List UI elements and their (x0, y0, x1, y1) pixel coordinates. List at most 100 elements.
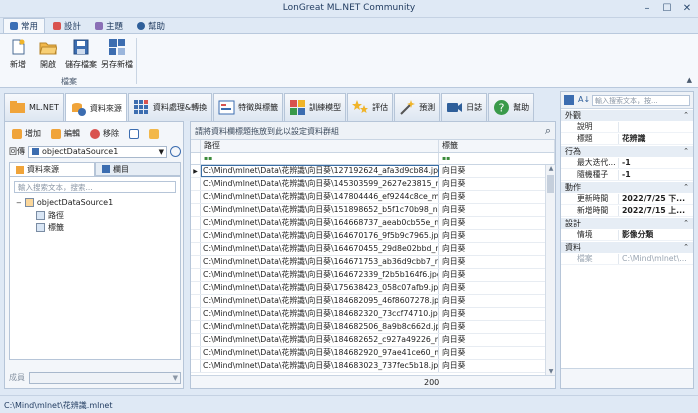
cell-label[interactable]: 向日葵 (439, 256, 545, 268)
property-row[interactable]: 說明 (561, 122, 693, 133)
cell-path[interactable]: C:\Mind\mlnet\Data\花辨識\向日葵\164670176_9f5… (201, 230, 439, 242)
table-row[interactable]: C:\Mind\mlnet\Data\花辨識\向日葵\145303599_262… (191, 178, 545, 191)
filter-label-cell[interactable]: ▪▪ (439, 153, 555, 164)
member-combo[interactable]: ▼ (29, 371, 181, 384)
property-row[interactable]: 標題 花辨識 (561, 134, 693, 145)
table-row[interactable]: C:\Mind\mlnet\Data\花辨識\向日葵\184682652_c92… (191, 334, 545, 347)
property-value[interactable]: -1 (619, 158, 693, 168)
cell-path[interactable]: C:\Mind\mlnet\Data\花辨識\向日葵\164672339_f2b… (201, 269, 439, 281)
cell-label[interactable]: 向日葵 (439, 204, 545, 216)
tab-data-source[interactable]: 資料來源 (64, 93, 127, 122)
minimize-icon[interactable]: – (640, 2, 654, 15)
property-category[interactable]: 外觀 ⌃ (561, 110, 693, 121)
cell-path[interactable]: C:\Mind\mlnet\Data\花辨識\向日葵\184682095_46f… (201, 295, 439, 307)
property-row[interactable]: 更新時間 2022/7/25 下... (561, 194, 693, 205)
cell-label[interactable]: 向日葵 (439, 269, 545, 281)
table-row[interactable]: C:\Mind\mlnet\Data\花辨識\向日葵\184682920_97a… (191, 347, 545, 360)
chevron-up-icon[interactable]: ⌃ (683, 242, 689, 253)
close-icon[interactable]: ✕ (680, 2, 694, 15)
cell-label[interactable]: 向日葵 (439, 321, 545, 333)
datasource-combo[interactable]: objectDataSource1 ▼ (28, 145, 167, 158)
cell-label[interactable]: 向日葵 (439, 334, 545, 346)
ribbon-tab-help[interactable]: 幫助 (131, 18, 171, 33)
table-row[interactable]: C:\Mind\mlnet\Data\花辨識\向日葵\164671753_ab3… (191, 256, 545, 269)
search-icon[interactable]: ⌕ (545, 124, 551, 138)
property-value[interactable]: 2022/7/15 上... (619, 206, 693, 216)
property-value[interactable]: C:\Mind\mlnet\... (619, 254, 693, 264)
cell-path[interactable]: C:\Mind\mlnet\Data\花辨識\向日葵\127192624_afa… (201, 165, 439, 177)
table-row[interactable]: C:\Mind\mlnet\Data\花辨識\向日葵\184682320_73c… (191, 308, 545, 321)
table-row[interactable]: C:\Mind\mlnet\Data\花辨識\向日葵\164672339_f2b… (191, 269, 545, 282)
scroll-up-icon[interactable]: ▲ (546, 165, 556, 173)
property-category[interactable]: 資料 ⌃ (561, 242, 693, 253)
remove-button[interactable]: 移除 (87, 126, 122, 141)
cell-label[interactable]: 向日葵 (439, 191, 545, 203)
table-row[interactable]: C:\Mind\mlnet\Data\花辨識\向日葵\175638423_058… (191, 282, 545, 295)
cell-label[interactable]: 向日葵 (439, 230, 545, 242)
group-panel[interactable]: 請將資料欄標題拖放到此以設定資料群組 ⌕ (191, 122, 555, 140)
table-row[interactable]: C:\Mind\mlnet\Data\花辨識\向日葵\147804446_ef9… (191, 191, 545, 204)
tree-root-node[interactable]: − objectDataSource1 (16, 198, 113, 207)
tab-data-processing[interactable]: 資料處理&轉換 (127, 93, 213, 121)
vertical-scrollbar[interactable]: ▲ ▼ (545, 165, 555, 376)
new-button[interactable]: 新增 (4, 38, 32, 70)
cell-path[interactable]: C:\Mind\mlnet\Data\花辨識\向日葵\175638423_058… (201, 282, 439, 294)
property-row[interactable]: 最大迭代... -1 (561, 158, 693, 169)
table-row[interactable]: C:\Mind\mlnet\Data\花辨識\向日葵\164668737_aea… (191, 217, 545, 230)
cell-path[interactable]: C:\Mind\mlnet\Data\花辨識\向日葵\145303599_262… (201, 178, 439, 190)
cell-path[interactable]: C:\Mind\mlnet\Data\花辨識\向日葵\151898652_b5f… (201, 204, 439, 216)
property-value[interactable]: 影像分類 (619, 230, 693, 240)
ribbon-collapse-icon[interactable]: ▲ (687, 76, 692, 84)
table-row[interactable]: C:\Mind\mlnet\Data\花辨識\向日葵\184682506_8a9… (191, 321, 545, 334)
property-value[interactable]: -1 (619, 170, 693, 180)
tab-features-labels[interactable]: 特徵與標籤 (213, 93, 284, 121)
eye-icon[interactable] (170, 146, 181, 157)
property-value[interactable]: 花辨識 (619, 134, 693, 144)
table-row[interactable]: C:\Mind\mlnet\Data\花辨識\向日葵\164670455_29d… (191, 243, 545, 256)
scroll-thumb[interactable] (547, 175, 554, 193)
cell-label[interactable]: 向日葵 (439, 282, 545, 294)
table-row[interactable]: C:\Mind\mlnet\Data\花辨識\向日葵\151898652_b5f… (191, 204, 545, 217)
chevron-up-icon[interactable]: ⌃ (683, 110, 689, 121)
cell-label[interactable]: 向日葵 (439, 243, 545, 255)
column-header-path[interactable]: 路徑 (201, 140, 439, 152)
cell-path[interactable]: C:\Mind\mlnet\Data\花辨識\向日葵\184682652_c92… (201, 334, 439, 346)
table-row[interactable]: C:\Mind\mlnet\Data\花辨識\向日葵\184683023_737… (191, 360, 545, 373)
property-row[interactable]: 新增時間 2022/7/15 上... (561, 206, 693, 217)
cell-path[interactable]: C:\Mind\mlnet\Data\花辨識\向日葵\164670455_29d… (201, 243, 439, 255)
open-button[interactable]: 開啟 (34, 38, 62, 70)
tab-help[interactable]: ? 幫助 (488, 93, 535, 121)
folder-button[interactable] (146, 126, 162, 141)
add-button[interactable]: 增加 (9, 126, 44, 141)
cell-path[interactable]: C:\Mind\mlnet\Data\花辨識\向日葵\184683023_737… (201, 360, 439, 372)
categorized-icon[interactable] (564, 95, 574, 105)
cell-label[interactable]: 向日葵 (439, 178, 545, 190)
sort-alpha-icon[interactable]: A↓ (578, 95, 590, 105)
cell-path[interactable]: C:\Mind\mlnet\Data\花辨識\向日葵\164671753_ab3… (201, 256, 439, 268)
tree-search-input[interactable]: 輸入搜索文本，搜索... (14, 181, 176, 193)
edit-button[interactable]: 編輯 (48, 126, 83, 141)
property-value[interactable]: 2022/7/25 下... (619, 194, 693, 204)
property-row[interactable]: 情境 影像分類 (561, 230, 693, 241)
property-row[interactable]: 隨機種子 -1 (561, 170, 693, 181)
cell-path[interactable]: C:\Mind\mlnet\Data\花辨識\向日葵\184682506_8a9… (201, 321, 439, 333)
chevron-up-icon[interactable]: ⌃ (683, 218, 689, 229)
cell-path[interactable]: C:\Mind\mlnet\Data\花辨識\向日葵\184682920_97a… (201, 347, 439, 359)
ribbon-tab-home[interactable]: 常用 (3, 18, 46, 33)
ribbon-tab-design[interactable]: 設計 (47, 18, 87, 33)
cell-path[interactable]: C:\Mind\mlnet\Data\花辨識\向日葵\184682320_73c… (201, 308, 439, 320)
cell-label[interactable]: 向日葵 (439, 217, 545, 229)
tab-data-source-tree[interactable]: 資料來源 (9, 162, 95, 176)
tab-fields[interactable]: 欄目 (95, 162, 181, 176)
property-search-input[interactable]: 輸入搜索文本，按... (592, 94, 690, 106)
save-button[interactable]: 儲存檔案 (64, 38, 98, 70)
tab-mlnet[interactable]: ML.NET (4, 93, 64, 121)
tree-field-label[interactable]: 標籤 (36, 222, 64, 233)
tab-train-model[interactable]: 訓練模型 (284, 93, 347, 121)
tab-predict[interactable]: 預測 (394, 93, 441, 121)
table-row[interactable]: ▶ C:\Mind\mlnet\Data\花辨識\向日葵\127192624_af… (191, 165, 545, 178)
property-category[interactable]: 行為 ⌃ (561, 146, 693, 157)
tree-field-path[interactable]: 路徑 (36, 210, 64, 221)
chevron-up-icon[interactable]: ⌃ (683, 146, 689, 157)
cell-label[interactable]: 向日葵 (439, 165, 545, 177)
